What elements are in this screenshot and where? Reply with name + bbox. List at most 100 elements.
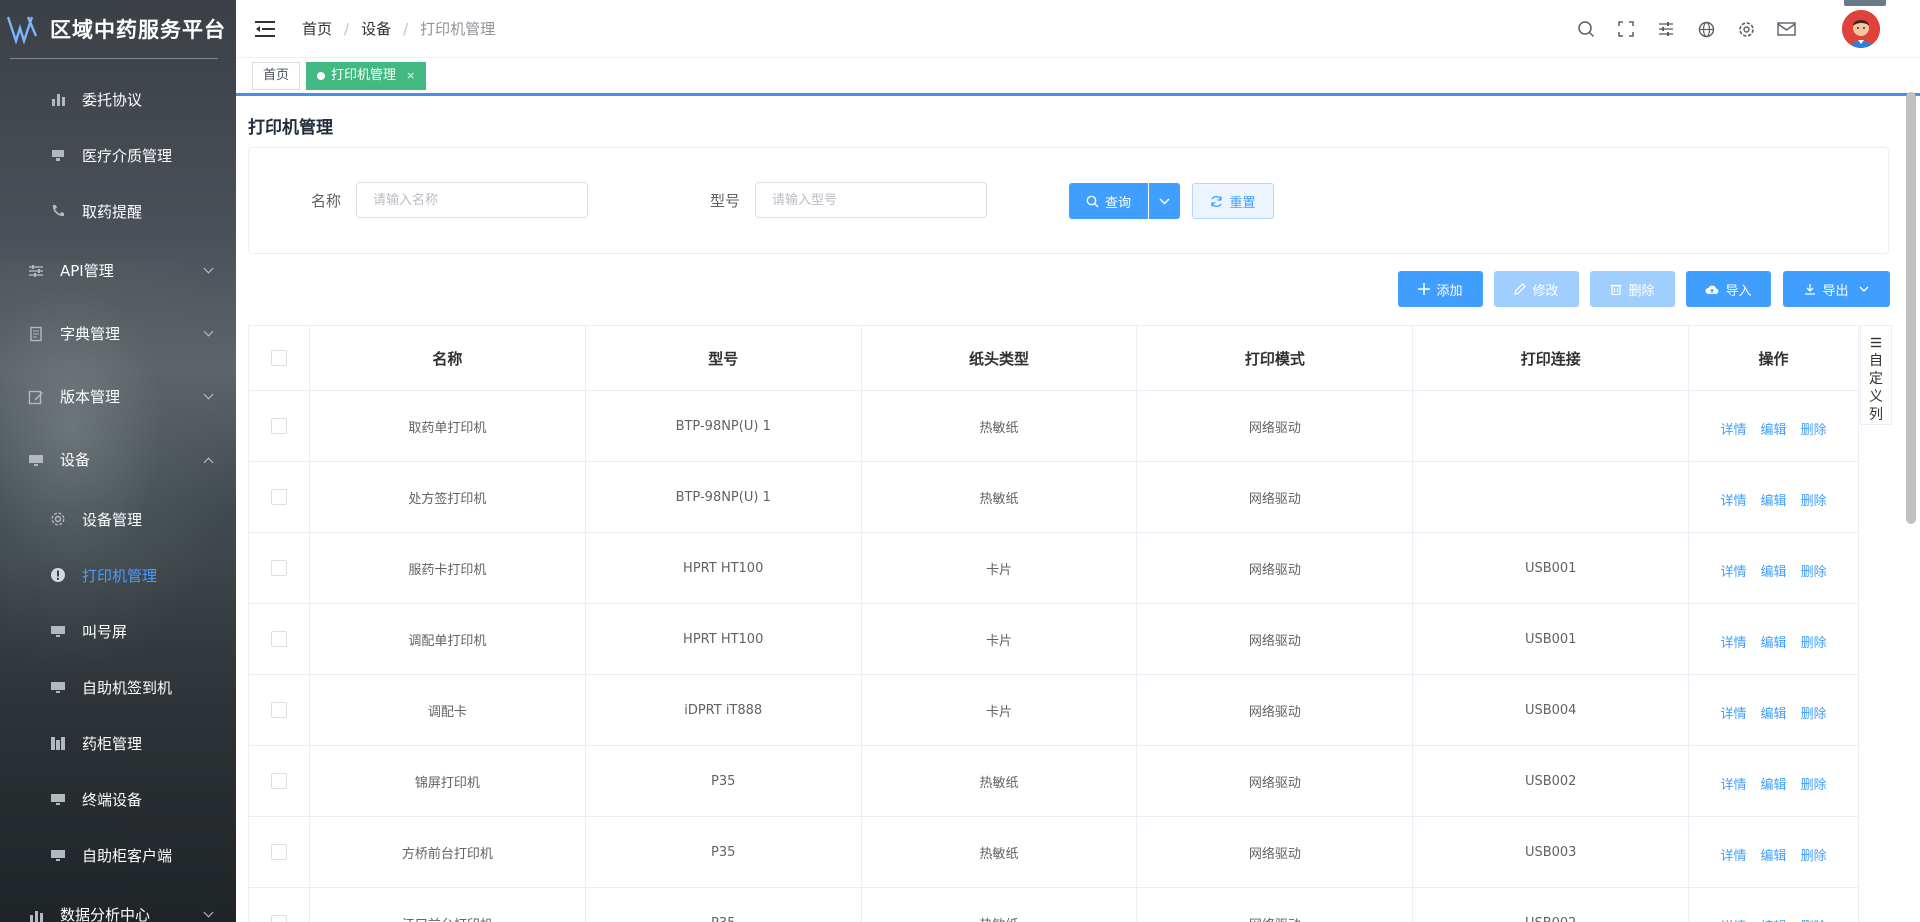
row-checkbox[interactable]	[270, 560, 287, 576]
breadcrumb-home[interactable]: 首页	[302, 18, 332, 39]
search-icon[interactable]	[1576, 19, 1596, 39]
name-input[interactable]	[356, 182, 588, 218]
sidebar-item-pickup-reminder[interactable]: 取药提醒	[0, 183, 236, 239]
table-row[interactable]: 江口前台打印机P35热敏纸网络驱动USB002 详情 编辑 删除	[249, 888, 1859, 922]
sidebar-item-device-management[interactable]: 设备管理	[0, 491, 236, 547]
row-checkbox[interactable]	[270, 773, 287, 789]
sidebar-item-medical-media[interactable]: 医疗介质管理	[0, 127, 236, 183]
sidebar-item-dictionary[interactable]: 字典管理	[0, 302, 236, 365]
column-header-paper-type[interactable]: 纸头类型	[862, 326, 1138, 390]
delete-link[interactable]: 删除	[1801, 628, 1827, 651]
row-checkbox[interactable]	[270, 915, 287, 922]
cabinet-icon	[50, 735, 66, 751]
reset-button[interactable]: 重置	[1192, 183, 1274, 219]
cell-actions: 详情编辑删除	[1689, 462, 1859, 532]
logo[interactable]: 区域中药服务平台	[0, 0, 236, 58]
detail-link[interactable]: 详情	[1721, 486, 1747, 509]
column-header-print-mode[interactable]: 打印模式	[1137, 326, 1414, 390]
table-row[interactable]: 取药单打印机 BTP-98NP(U) 1 热敏纸 网络驱动 详情 编辑 删除	[249, 391, 1859, 462]
detail-link[interactable]: 详情	[1721, 841, 1747, 864]
sidebar-item-kiosk-checkin[interactable]: 自助机签到机	[0, 659, 236, 715]
menu-toggle-icon[interactable]	[254, 20, 276, 38]
edit-link[interactable]: 编辑	[1761, 841, 1787, 864]
mail-icon[interactable]	[1776, 19, 1796, 39]
add-button[interactable]: 添加	[1398, 271, 1483, 307]
edit-link[interactable]: 编辑	[1761, 557, 1787, 580]
table-row[interactable]: 调配单打印机 HPRT HT100 卡片 网络驱动 USB001 详情 编辑 删除	[249, 604, 1859, 675]
cell-model: P35	[586, 746, 862, 816]
row-checkbox[interactable]	[270, 702, 287, 718]
table-row[interactable]: 方桥前台打印机 P35 热敏纸 网络驱动 USB003 详情 编辑 删除	[249, 817, 1859, 888]
close-icon[interactable]: ×	[406, 63, 415, 89]
delete-link[interactable]: 删除	[1801, 770, 1827, 793]
scrollbar[interactable]	[1906, 92, 1916, 524]
breadcrumb-device[interactable]: 设备	[361, 18, 391, 39]
sidebar-item-call-screen[interactable]: 叫号屏	[0, 603, 236, 659]
detail-link[interactable]: 详情	[1721, 699, 1747, 722]
sidebar-item-printer-management[interactable]: 打印机管理	[0, 547, 236, 603]
detail-link[interactable]: 详情	[1721, 557, 1747, 580]
table-header-row: 名称 型号 纸头类型 打印模式 打印连接 操作	[249, 326, 1859, 391]
detail-link[interactable]: 详情	[1721, 628, 1747, 651]
delete-link[interactable]: 删除	[1801, 912, 1827, 922]
column-header-name[interactable]: 名称	[310, 326, 586, 390]
edit-button[interactable]: 修改	[1494, 271, 1579, 307]
edit-link[interactable]: 编辑	[1761, 486, 1787, 509]
chevron-down-icon	[203, 326, 214, 336]
avatar[interactable]	[1842, 10, 1880, 48]
delete-link[interactable]: 删除	[1801, 415, 1827, 438]
table-row[interactable]: 服药卡打印机 HPRT HT100 卡片 网络驱动 USB001 详情 编辑 删除	[249, 533, 1859, 604]
edit-link[interactable]: 编辑	[1761, 699, 1787, 722]
sidebar-item-device[interactable]: 设备	[0, 428, 236, 491]
row-checkbox[interactable]	[270, 631, 287, 647]
edit-link[interactable]: 编辑	[1761, 912, 1787, 922]
fullscreen-icon[interactable]	[1616, 19, 1636, 39]
edit-link[interactable]: 编辑	[1761, 770, 1787, 793]
sidebar-item-cabinet-management[interactable]: 药柜管理	[0, 715, 236, 771]
row-select-cell	[249, 391, 310, 461]
delete-button[interactable]: 删除	[1590, 271, 1675, 307]
sidebar-item-version[interactable]: 版本管理	[0, 365, 236, 428]
chevron-down-icon	[203, 389, 214, 399]
query-dropdown-button[interactable]	[1149, 183, 1180, 219]
detail-link[interactable]: 详情	[1721, 415, 1747, 438]
delete-link[interactable]: 删除	[1801, 557, 1827, 580]
custom-columns-button[interactable]: 自 定 义 列	[1860, 325, 1892, 425]
detail-link[interactable]: 详情	[1721, 912, 1747, 922]
table-row[interactable]: 调配卡 iDPRT iT888 卡片 网络驱动 USB004 详情 编辑 删除	[249, 675, 1859, 746]
delete-link[interactable]: 删除	[1801, 486, 1827, 509]
sidebar-item-data-analysis[interactable]: 数据分析中心	[0, 883, 236, 922]
gear-icon[interactable]	[1736, 19, 1756, 39]
query-button[interactable]: 查询	[1069, 183, 1148, 219]
model-input[interactable]	[755, 182, 987, 218]
row-checkbox[interactable]	[270, 489, 287, 505]
delete-link[interactable]: 删除	[1801, 699, 1827, 722]
select-all-checkbox[interactable]	[270, 350, 287, 366]
row-checkbox[interactable]	[270, 418, 287, 434]
row-checkbox[interactable]	[270, 844, 287, 860]
sidebar-item-cabinet-client[interactable]: 自助柜客户端	[0, 827, 236, 883]
column-header-print-connection[interactable]: 打印连接	[1413, 326, 1690, 390]
tag-home[interactable]: 首页	[252, 61, 301, 90]
globe-icon[interactable]	[1696, 19, 1716, 39]
sidebar-item-api[interactable]: API管理	[0, 239, 236, 302]
sliders-icon[interactable]	[1656, 19, 1676, 39]
delete-link[interactable]: 删除	[1801, 841, 1827, 864]
sidebar-item-entrust-agreement[interactable]: 委托协议	[0, 71, 236, 127]
sidebar: 区域中药服务平台 委托协议 医疗介质管理 取药提醒 API管理 字典管理 版本管…	[0, 0, 236, 922]
import-button[interactable]: 导入	[1686, 271, 1771, 307]
tag-printer-management[interactable]: 打印机管理 ×	[306, 61, 427, 90]
table-row[interactable]: 处方签打印机 BTP-98NP(U) 1 热敏纸 网络驱动 详情 编辑 删除	[249, 462, 1859, 533]
table-row[interactable]: 锦屏打印机 P35 热敏纸 网络驱动 USB002 详情 编辑 删除	[249, 746, 1859, 817]
detail-link[interactable]: 详情	[1721, 770, 1747, 793]
edit-link[interactable]: 编辑	[1761, 628, 1787, 651]
cell-print-connection: USB001	[1413, 604, 1690, 674]
edit-link[interactable]: 编辑	[1761, 415, 1787, 438]
sidebar-item-terminal-device[interactable]: 终端设备	[0, 771, 236, 827]
delete-label: 删除	[1628, 283, 1655, 299]
cell-print-connection: USB001	[1413, 533, 1690, 603]
sidebar-item-label: 叫号屏	[82, 622, 128, 641]
column-header-model[interactable]: 型号	[586, 326, 862, 390]
download-icon	[1804, 283, 1816, 295]
export-button[interactable]: 导出	[1783, 271, 1890, 307]
